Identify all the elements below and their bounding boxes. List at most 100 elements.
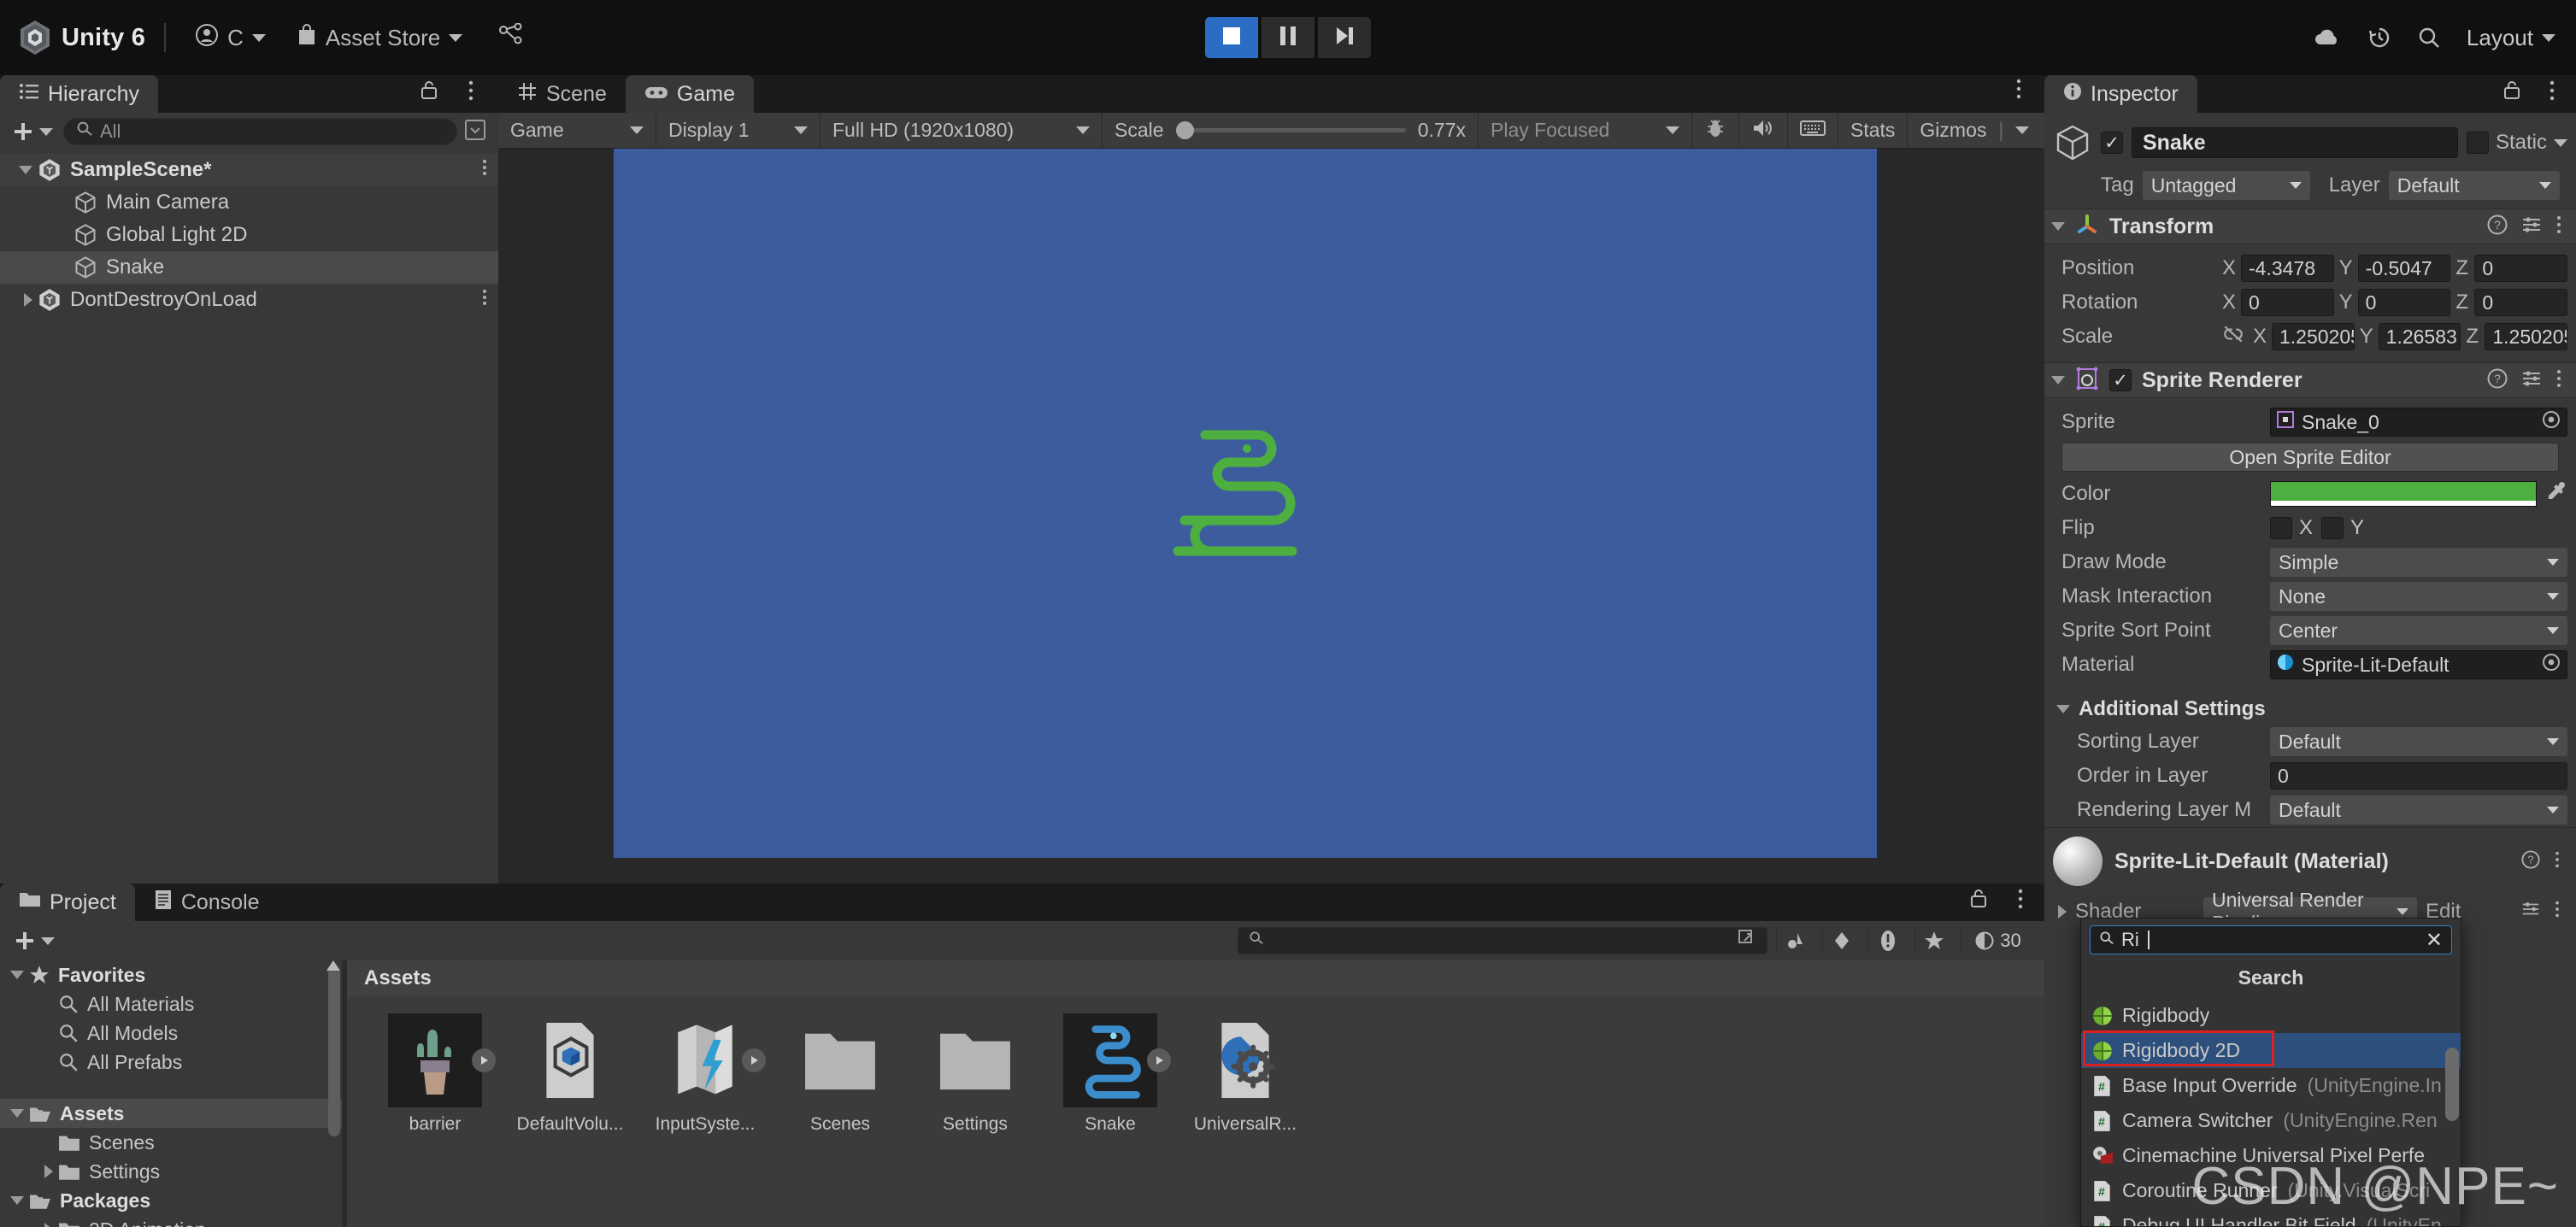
asset-item-settings[interactable]: Settings bbox=[908, 1013, 1043, 1135]
visible-count-badge[interactable]: 30 bbox=[1961, 927, 2034, 954]
popup-scrollbar-thumb[interactable] bbox=[2445, 1048, 2459, 1121]
chevron-right-icon[interactable] bbox=[24, 293, 32, 307]
component-result-baseinputoverride[interactable]: # Base Input Override (UnityEngine.In bbox=[2081, 1068, 2461, 1103]
chevron-down-icon[interactable] bbox=[10, 971, 24, 979]
component-result-coroutinerunner[interactable]: # Coroutine Runner (Unity.VisualScri bbox=[2081, 1173, 2461, 1208]
hierarchy-item-globallight2d[interactable]: Global Light 2D bbox=[0, 219, 498, 251]
tab-hierarchy[interactable]: Hierarchy bbox=[0, 75, 158, 113]
sorting-layer-dropdown[interactable]: Default bbox=[2270, 727, 2567, 756]
lock-icon[interactable] bbox=[1969, 888, 1988, 913]
transform-component-header[interactable]: Transform ? bbox=[2044, 208, 2576, 244]
scale-slider-knob[interactable] bbox=[1175, 121, 1194, 139]
gameobject-name-field[interactable]: Snake bbox=[2132, 127, 2458, 158]
asset-item-barrier[interactable]: barrier bbox=[368, 1013, 503, 1135]
kebab-menu-icon[interactable] bbox=[2549, 79, 2555, 106]
lock-icon[interactable] bbox=[420, 79, 438, 104]
layout-menu[interactable]: Layout bbox=[2467, 25, 2555, 51]
sprite-object-field[interactable]: Snake_0 bbox=[2270, 408, 2567, 437]
play-mode-dropdown[interactable]: Play Focused bbox=[1479, 112, 1692, 149]
material-object-field[interactable]: Sprite-Lit-Default bbox=[2270, 650, 2567, 679]
asset-item-snake[interactable]: Snake bbox=[1043, 1013, 1178, 1135]
expand-prefab-icon[interactable] bbox=[742, 1048, 766, 1072]
project-tree-scrollbar[interactable] bbox=[328, 967, 340, 1136]
mask-dropdown[interactable]: None bbox=[2270, 582, 2567, 611]
play-button[interactable] bbox=[1205, 17, 1258, 58]
additional-settings-header[interactable]: Additional Settings bbox=[2044, 690, 2576, 725]
draw-mode-dropdown[interactable]: Simple bbox=[2270, 548, 2567, 577]
project-tree-item-favorites[interactable]: Favorites bbox=[0, 960, 342, 989]
object-picker-icon[interactable] bbox=[2541, 652, 2561, 678]
step-button[interactable] bbox=[1318, 17, 1371, 58]
bug-toggle[interactable] bbox=[1692, 112, 1739, 149]
kebab-menu-icon[interactable] bbox=[2555, 214, 2562, 239]
transform-scale-z-field[interactable]: 1.250205 bbox=[2485, 323, 2568, 350]
layer-dropdown[interactable]: Default bbox=[2388, 171, 2560, 200]
expand-prefab-icon[interactable] bbox=[1147, 1048, 1171, 1072]
preset-icon[interactable] bbox=[2521, 900, 2540, 925]
hierarchy-item-samplescene[interactable]: SampleScene* bbox=[0, 154, 498, 186]
help-icon[interactable]: ? bbox=[2521, 849, 2540, 873]
eyedropper-icon[interactable] bbox=[2545, 480, 2567, 508]
transform-rotation-y-field[interactable]: 0 bbox=[2357, 289, 2451, 316]
help-icon[interactable]: ? bbox=[2487, 368, 2508, 393]
lock-icon[interactable] bbox=[2502, 79, 2521, 104]
project-tree-item-allprefabs[interactable]: All Prefabs bbox=[0, 1048, 342, 1077]
chevron-down-icon[interactable] bbox=[19, 166, 32, 174]
chevron-right-icon[interactable] bbox=[44, 1165, 53, 1178]
transform-position-x-field[interactable]: -4.3478 bbox=[2241, 255, 2334, 282]
keyboard-toggle[interactable] bbox=[1788, 112, 1838, 149]
component-result-cameraswitcher[interactable]: # Camera Switcher (UnityEngine.Ren bbox=[2081, 1103, 2461, 1138]
flip-y-checkbox[interactable] bbox=[2321, 517, 2344, 539]
kebab-menu-icon[interactable] bbox=[468, 79, 474, 106]
project-tree-item-scenes[interactable]: Scenes bbox=[0, 1128, 342, 1157]
chevron-down-icon[interactable] bbox=[2554, 138, 2567, 147]
clear-search-icon[interactable]: ✕ bbox=[2426, 928, 2443, 953]
scroll-up-arrow-icon[interactable] bbox=[325, 960, 342, 977]
project-tree-item-assets[interactable]: Assets bbox=[0, 1099, 342, 1128]
transform-rotation-x-field[interactable]: 0 bbox=[2241, 289, 2334, 316]
project-tree-item-packages[interactable]: Packages bbox=[0, 1186, 342, 1215]
project-search-input[interactable] bbox=[1238, 927, 1767, 954]
asset-item-scenes[interactable]: Scenes bbox=[773, 1013, 908, 1135]
collab-button[interactable] bbox=[488, 18, 534, 58]
search-icon[interactable] bbox=[2417, 26, 2441, 50]
transform-position-y-field[interactable]: -0.5047 bbox=[2357, 255, 2451, 282]
component-result-rigidbody2d[interactable]: Rigidbody 2D bbox=[2081, 1033, 2461, 1068]
expand-prefab-icon[interactable] bbox=[472, 1048, 496, 1072]
create-gameobject-button[interactable] bbox=[9, 119, 56, 144]
kebab-menu-icon[interactable] bbox=[2554, 850, 2561, 873]
project-tree-item-allmaterials[interactable]: All Materials bbox=[0, 989, 342, 1019]
rendering-layer-dropdown[interactable]: Default bbox=[2270, 795, 2567, 825]
open-in-window-icon[interactable] bbox=[1738, 929, 1756, 953]
tab-inspector[interactable]: Inspector bbox=[2044, 75, 2197, 113]
pause-button[interactable] bbox=[1262, 17, 1314, 58]
kebab-menu-icon[interactable] bbox=[2017, 888, 2024, 914]
sprite-renderer-enabled-checkbox[interactable] bbox=[2109, 369, 2132, 391]
create-asset-button[interactable] bbox=[10, 928, 58, 954]
project-tree-item-settings[interactable]: Settings bbox=[0, 1157, 342, 1186]
tab-project[interactable]: Project bbox=[0, 884, 135, 921]
order-value-field[interactable]: 0 bbox=[2270, 762, 2567, 790]
component-search-input[interactable]: Ri ✕ bbox=[2090, 925, 2452, 954]
filter-by-type-icon[interactable] bbox=[1776, 927, 1814, 954]
chevron-right-icon[interactable] bbox=[44, 1223, 53, 1227]
scale-slider[interactable]: Scale 0.77x bbox=[1103, 112, 1479, 149]
hierarchy-item-maincamera[interactable]: Main Camera bbox=[0, 186, 498, 219]
popup-scrollbar[interactable] bbox=[2445, 1029, 2459, 1223]
stats-toggle[interactable]: Stats bbox=[1838, 112, 1908, 149]
cloud-icon[interactable] bbox=[2313, 26, 2342, 49]
gameobject-enabled-checkbox[interactable] bbox=[2101, 132, 2123, 154]
static-checkbox[interactable] bbox=[2466, 132, 2489, 154]
kebab-menu-icon[interactable] bbox=[2554, 900, 2561, 925]
chevron-down-icon[interactable] bbox=[10, 1196, 24, 1205]
chevron-down-icon[interactable] bbox=[10, 1109, 24, 1118]
game-render-area[interactable] bbox=[614, 149, 1877, 858]
color-swatch[interactable] bbox=[2270, 481, 2537, 507]
asset-store-menu[interactable]: Asset Store bbox=[286, 18, 473, 57]
component-result-cinemachineuniversalpixelperfe[interactable]: Cinemachine Universal Pixel Perfe bbox=[2081, 1138, 2461, 1173]
hierarchy-item-dontdestroyonload[interactable]: DontDestroyOnLoad bbox=[0, 284, 498, 316]
preset-icon[interactable] bbox=[2521, 368, 2542, 393]
resolution-dropdown[interactable]: Full HD (1920x1080) bbox=[820, 112, 1103, 149]
project-tree-item-allmodels[interactable]: All Models bbox=[0, 1019, 342, 1048]
kebab-menu-icon[interactable] bbox=[2555, 368, 2562, 393]
